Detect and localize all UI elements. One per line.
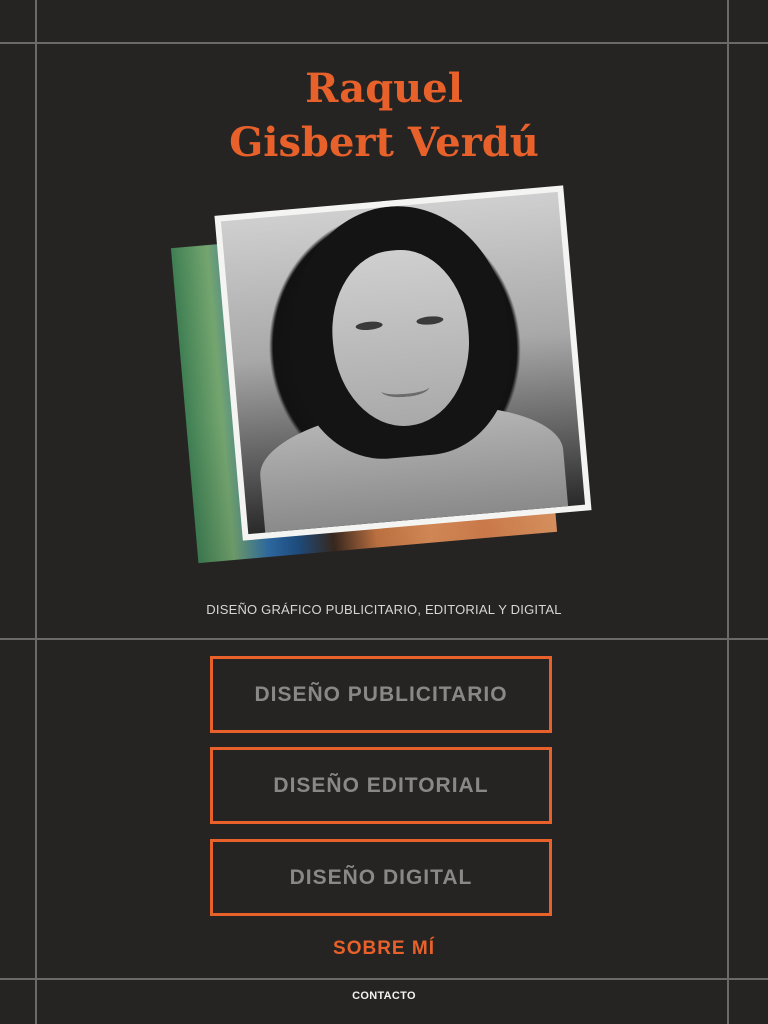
portrait-image (220, 191, 586, 535)
editorial-design-button[interactable]: DISEÑO EDITORIAL (210, 747, 552, 824)
name-line-2: Gisbert Verdú (229, 119, 539, 166)
tagline: DISEÑO GRÁFICO PUBLICITARIO, EDITORIAL Y… (206, 602, 562, 617)
contact-link[interactable]: CONTACTO (0, 990, 768, 1002)
guide-line-top (0, 42, 768, 44)
name-line-1: Raquel (305, 65, 463, 112)
guide-line-bottom (0, 978, 768, 980)
advertising-design-button[interactable]: DISEÑO PUBLICITARIO (210, 656, 552, 733)
portrait-photo (214, 185, 592, 541)
guide-line-middle (0, 638, 768, 640)
about-me-link[interactable]: SOBRE MÍ (0, 938, 768, 960)
digital-design-button[interactable]: DISEÑO DIGITAL (210, 839, 552, 916)
page-title: Raquel Gisbert Verdú (0, 62, 768, 170)
